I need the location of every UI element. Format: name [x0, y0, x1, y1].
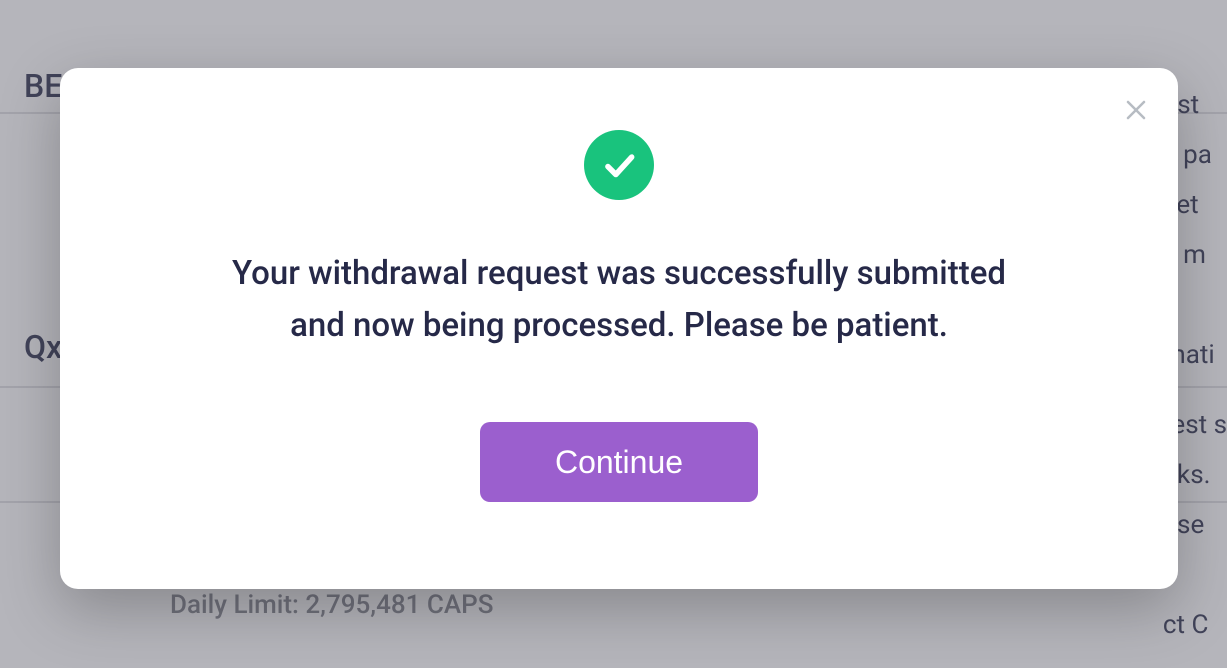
continue-button[interactable]: Continue	[480, 422, 758, 502]
success-icon	[584, 130, 654, 200]
close-button[interactable]	[1118, 92, 1154, 128]
success-modal: Your withdrawal request was successfully…	[60, 68, 1178, 589]
modal-message: Your withdrawal request was successfully…	[209, 248, 1029, 352]
close-icon	[1124, 98, 1148, 122]
check-icon	[600, 146, 638, 184]
continue-button-label: Continue	[555, 444, 683, 481]
